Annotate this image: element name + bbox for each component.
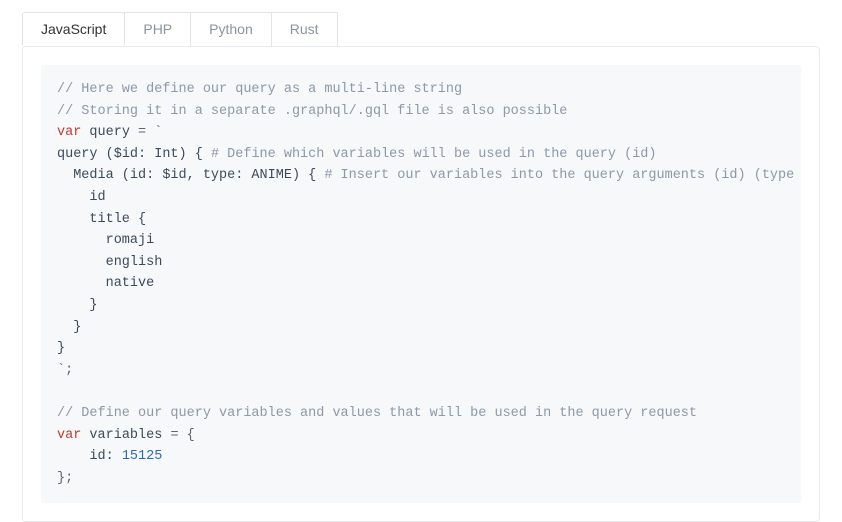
code-block: // Here we define our query as a multi-l… bbox=[41, 65, 801, 503]
code-comment: # Insert our variables into the query ar… bbox=[324, 168, 794, 183]
code-text: ) { bbox=[179, 147, 211, 162]
tab-javascript[interactable]: JavaScript bbox=[22, 12, 125, 46]
tab-content: // Here we define our query as a multi-l… bbox=[22, 46, 820, 522]
code-comment: // Storing it in a separate .graphql/.gq… bbox=[57, 104, 567, 119]
code-punct: = { bbox=[170, 428, 194, 443]
code-text: native bbox=[57, 276, 154, 291]
code-text: } bbox=[57, 298, 98, 313]
code-text: english bbox=[57, 255, 162, 270]
tab-rust[interactable]: Rust bbox=[271, 12, 338, 46]
code-punct: = ` bbox=[138, 125, 162, 140]
tab-python[interactable]: Python bbox=[190, 12, 272, 46]
code-ident: variables bbox=[81, 428, 170, 443]
code-text: query ( bbox=[57, 147, 114, 162]
code-text: } bbox=[57, 320, 81, 335]
tab-bar: JavaScript PHP Python Rust bbox=[0, 0, 842, 47]
code-ident: query bbox=[81, 125, 138, 140]
code-text: } bbox=[57, 341, 65, 356]
code-comment: # Define which variables will be used in… bbox=[211, 147, 657, 162]
code-punct: `; bbox=[57, 363, 73, 378]
code-comment: // Here we define our query as a multi-l… bbox=[57, 82, 462, 97]
code-punct: }; bbox=[57, 471, 73, 486]
code-text: id bbox=[57, 190, 106, 205]
code-keyword: var bbox=[57, 125, 81, 140]
code-text: Media (id: $id, type: ANIME) { bbox=[57, 168, 324, 183]
code-keyword: var bbox=[57, 428, 81, 443]
code-text: romaji bbox=[57, 233, 154, 248]
code-text: title { bbox=[57, 212, 146, 227]
code-number: 15125 bbox=[122, 449, 163, 464]
tab-php[interactable]: PHP bbox=[124, 12, 191, 46]
code-comment: // Define our query variables and values… bbox=[57, 406, 697, 421]
code-text: $id: Int bbox=[114, 147, 179, 162]
code-prop: id: bbox=[57, 449, 122, 464]
